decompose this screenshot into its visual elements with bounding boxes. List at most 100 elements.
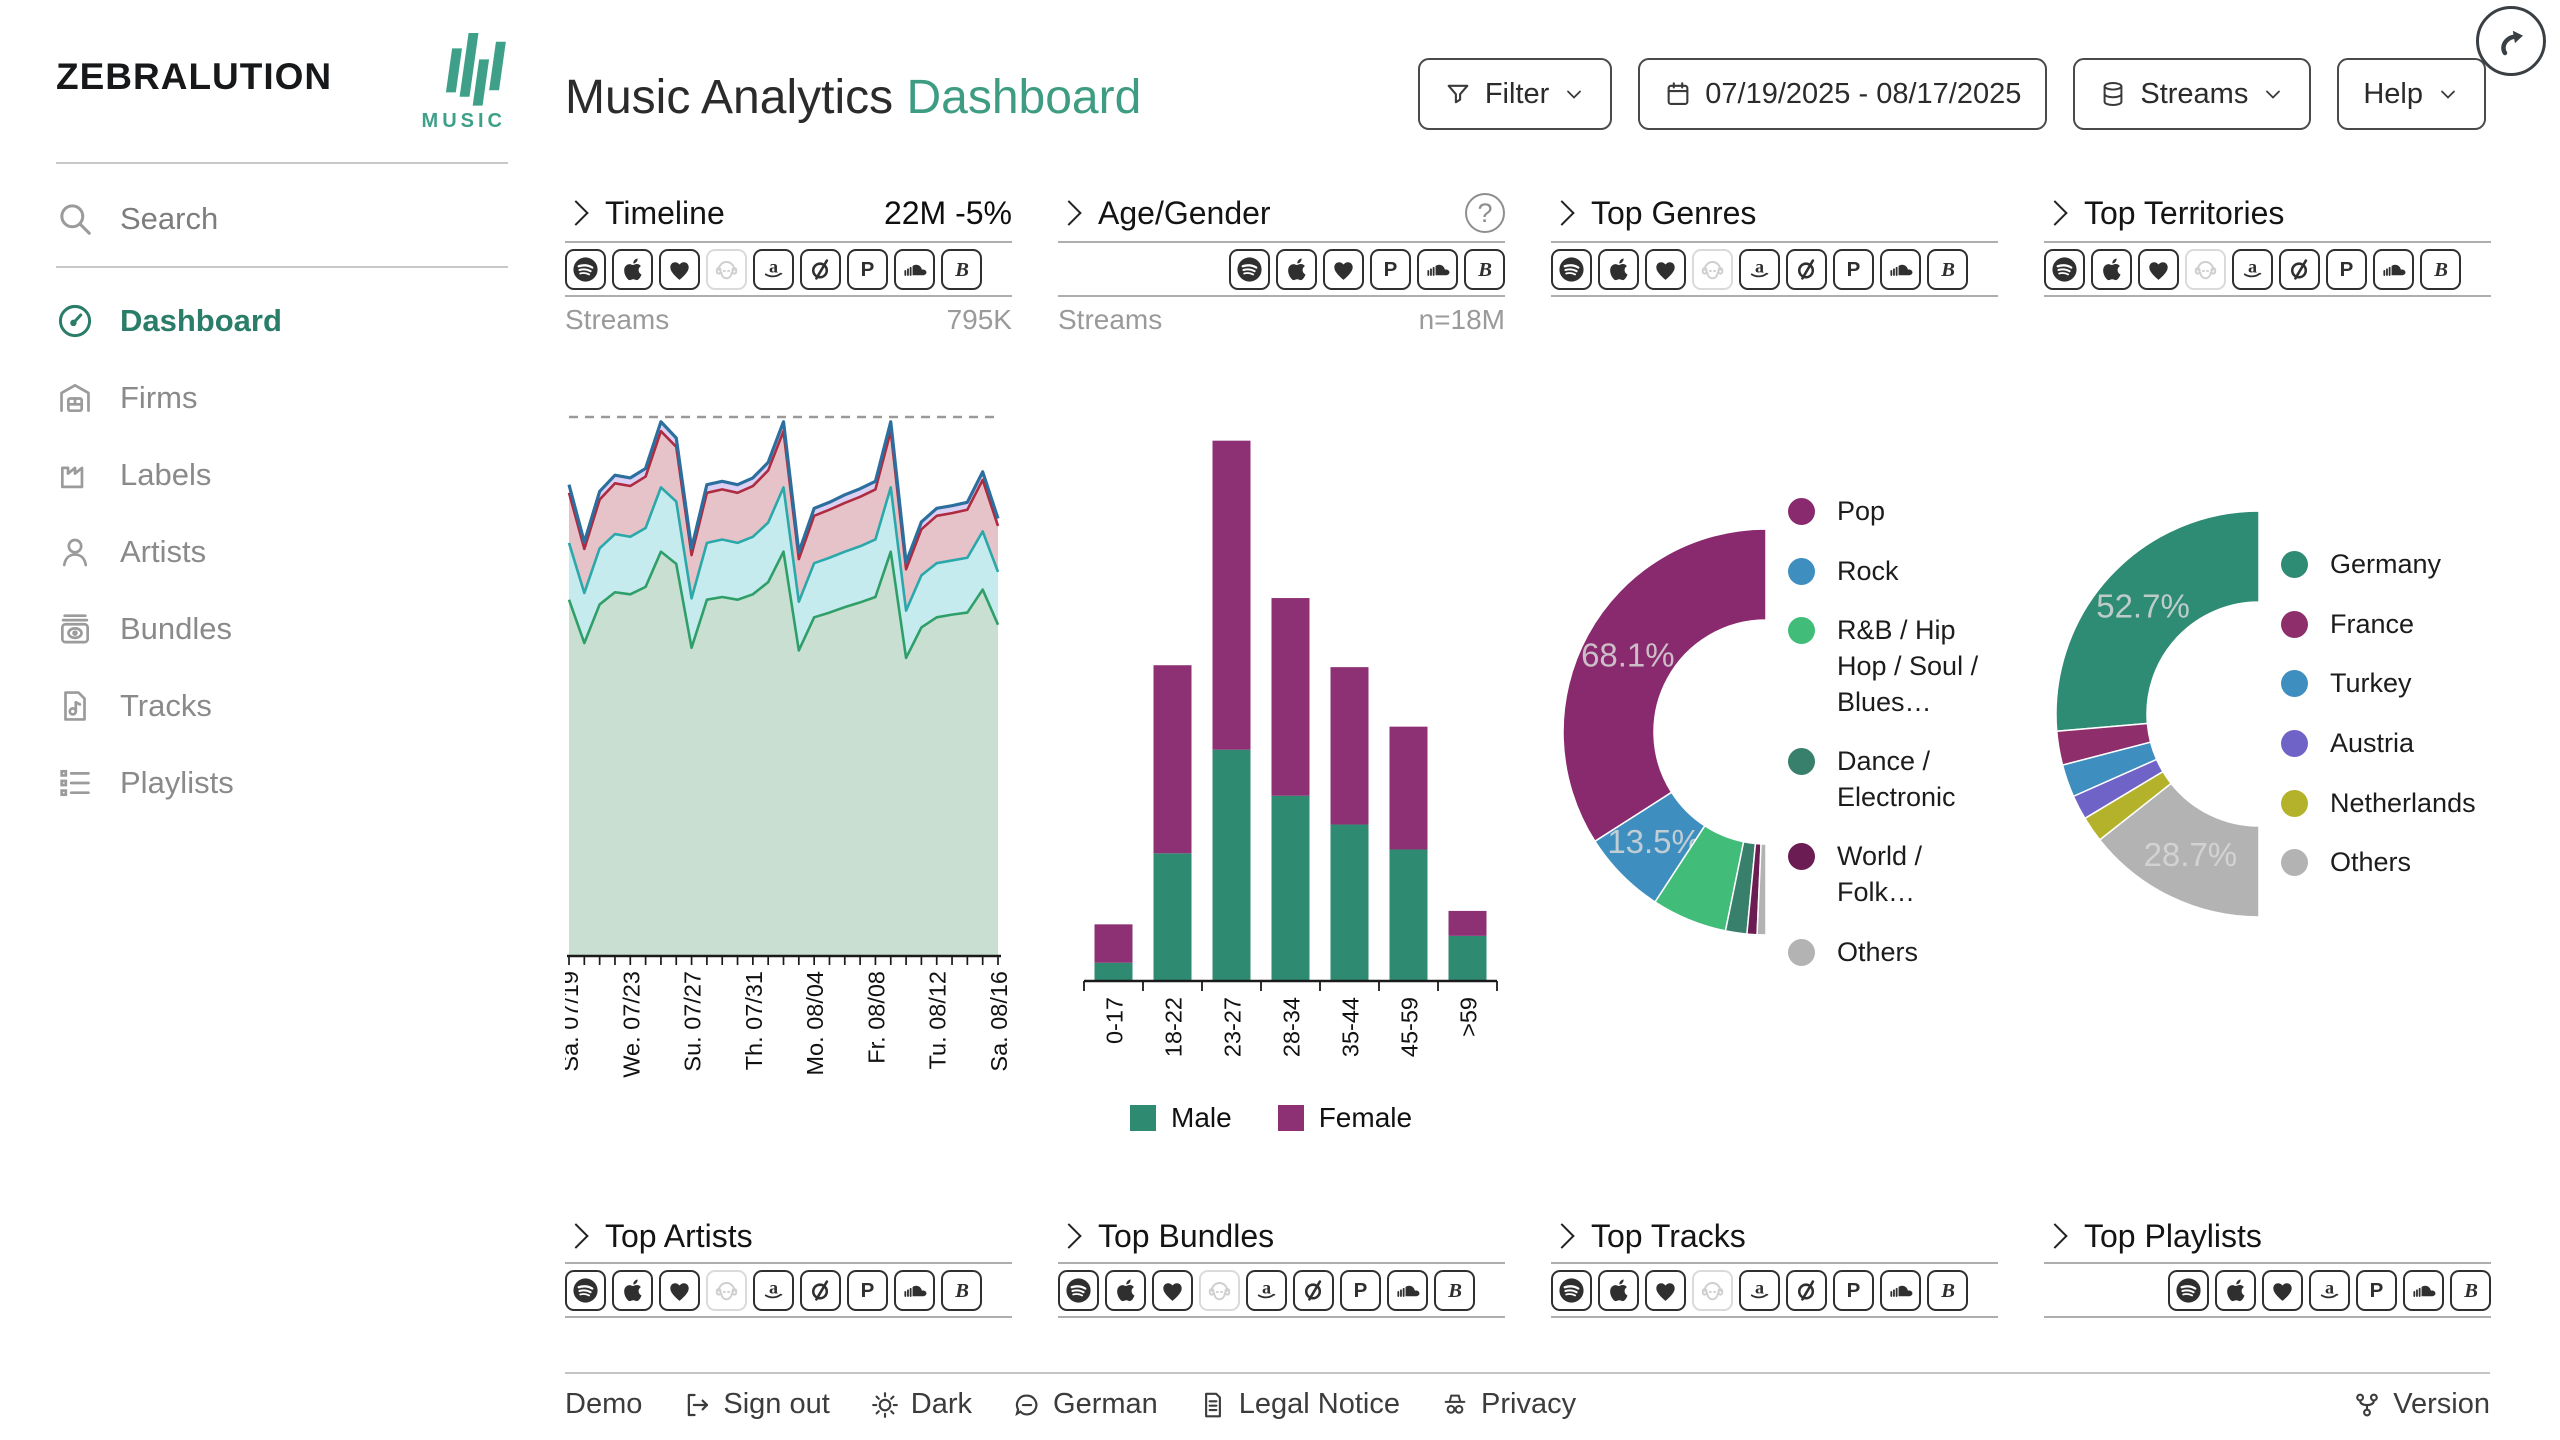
beatport-icon[interactable]: B [941,1270,982,1311]
sidebar-item-tracks[interactable]: Tracks [56,667,508,744]
deezer-icon[interactable] [1645,1270,1686,1311]
spotify-icon[interactable] [565,1270,606,1311]
soundcloud-icon[interactable] [1880,249,1921,290]
top-bundles-header[interactable]: Top Bundles [1058,1210,1505,1262]
beatport-icon[interactable]: B [2450,1270,2491,1311]
deezer-icon[interactable] [1152,1270,1193,1311]
legend-item[interactable]: France [2281,607,2491,643]
brand-logo[interactable]: ZEBRALUTION MUSIC [56,26,508,138]
sidebar-item-artists[interactable]: Artists [56,513,508,590]
apple-icon[interactable] [1598,249,1639,290]
apple-icon[interactable] [2215,1270,2256,1311]
legend-item[interactable]: Rock [1788,554,1998,590]
footer-demo[interactable]: Demo [565,1388,642,1421]
spotify-icon[interactable] [1229,249,1270,290]
soundcloud-icon[interactable] [894,1270,935,1311]
beatport-icon[interactable]: B [2420,249,2461,290]
spotify-icon[interactable] [1551,1270,1592,1311]
spotify-icon[interactable] [1058,1270,1099,1311]
pandora-icon[interactable]: P [847,1270,888,1311]
beatport-icon[interactable]: B [1434,1270,1475,1311]
soundcloud-icon[interactable] [894,249,935,290]
legend-item[interactable]: Austria [2281,726,2491,762]
peloton-icon[interactable] [800,1270,841,1311]
napster-icon[interactable] [706,249,747,290]
deezer-icon[interactable] [1323,249,1364,290]
sidebar-item-dashboard[interactable]: Dashboard [56,282,508,359]
pandora-icon[interactable]: P [1833,249,1874,290]
soundcloud-icon[interactable] [1417,249,1458,290]
legend-item[interactable]: Female [1278,1102,1412,1134]
beatport-icon[interactable]: B [1927,1270,1968,1311]
napster-icon[interactable] [1199,1270,1240,1311]
help-button[interactable]: Help [2337,58,2486,130]
beatport-icon[interactable]: B [1464,249,1505,290]
soundcloud-icon[interactable] [2403,1270,2444,1311]
apple-icon[interactable] [2091,249,2132,290]
spotify-icon[interactable] [565,249,606,290]
deezer-icon[interactable] [2138,249,2179,290]
footer-dark[interactable]: Dark [870,1388,972,1421]
help-circle-icon[interactable]: ? [1465,193,1505,233]
beatport-icon[interactable]: B [941,249,982,290]
legend-item[interactable]: World / Folk… [1788,839,1998,910]
legend-item[interactable]: Others [2281,845,2491,881]
peloton-icon[interactable] [1293,1270,1334,1311]
napster-icon[interactable] [706,1270,747,1311]
peloton-icon[interactable] [1786,249,1827,290]
pandora-icon[interactable]: P [1340,1270,1381,1311]
sidebar-item-labels[interactable]: Labels [56,436,508,513]
top-artists-header[interactable]: Top Artists [565,1210,1012,1262]
spotify-icon[interactable] [2044,249,2085,290]
deezer-icon[interactable] [659,249,700,290]
timeline-header[interactable]: Timeline 22M -5% [565,185,1012,241]
apple-icon[interactable] [1598,1270,1639,1311]
amazon-icon[interactable]: a [2232,249,2273,290]
legend-item[interactable]: Turkey [2281,666,2491,702]
deezer-icon[interactable] [1645,249,1686,290]
peloton-icon[interactable] [800,249,841,290]
sidebar-item-bundles[interactable]: Bundles [56,590,508,667]
legend-item[interactable]: R&B / Hip Hop / Soul / Blues… [1788,613,1998,720]
amazon-icon[interactable]: a [1739,1270,1780,1311]
napster-icon[interactable] [1692,1270,1733,1311]
timeline-chart[interactable]: Sa. 07/19We. 07/23Su. 07/27Th. 07/31Mo. … [565,395,1012,1095]
search-input[interactable]: Search [56,188,508,250]
amazon-icon[interactable]: a [1246,1270,1287,1311]
peloton-icon[interactable] [1786,1270,1827,1311]
legend-item[interactable]: Male [1130,1102,1232,1134]
sidebar-item-firms[interactable]: Firms [56,359,508,436]
footer-version[interactable]: Version [2352,1388,2490,1421]
top-playlists-header[interactable]: Top Playlists [2044,1210,2491,1262]
peloton-icon[interactable] [2279,249,2320,290]
deezer-icon[interactable] [2262,1270,2303,1311]
sidebar-item-playlists[interactable]: Playlists [56,744,508,821]
legend-item[interactable]: Netherlands [2281,786,2491,822]
genres-donut-chart[interactable]: 68.1%13.5% [1551,512,1776,952]
soundcloud-icon[interactable] [1387,1270,1428,1311]
apple-icon[interactable] [612,249,653,290]
age-gender-chart[interactable]: 0-1718-2223-2728-3435-4445-59>59 [1058,395,1505,1100]
footer-german[interactable]: German [1012,1388,1158,1421]
footer-privacy[interactable]: Privacy [1440,1388,1576,1421]
pandora-icon[interactable]: P [2326,249,2367,290]
age-gender-header[interactable]: Age/Gender ? [1058,185,1505,241]
napster-icon[interactable] [1692,249,1733,290]
date-range-button[interactable]: 07/19/2025 - 08/17/2025 [1638,58,2047,130]
legend-item[interactable]: Dance / Electronic [1788,744,1998,815]
filter-button[interactable]: Filter [1418,58,1612,130]
soundcloud-icon[interactable] [1880,1270,1921,1311]
amazon-icon[interactable]: a [753,249,794,290]
territories-donut-chart[interactable]: 52.7%28.7% [2044,494,2269,934]
apple-icon[interactable] [612,1270,653,1311]
napster-icon[interactable] [2185,249,2226,290]
legend-item[interactable]: Others [1788,935,1998,971]
footer-legal-notice[interactable]: Legal Notice [1198,1388,1400,1421]
amazon-icon[interactable]: a [1739,249,1780,290]
legend-item[interactable]: Germany [2281,547,2491,583]
amazon-icon[interactable]: a [753,1270,794,1311]
amazon-icon[interactable]: a [2309,1270,2350,1311]
pandora-icon[interactable]: P [1833,1270,1874,1311]
spotify-icon[interactable] [2168,1270,2209,1311]
legend-item[interactable]: Pop [1788,494,1998,530]
